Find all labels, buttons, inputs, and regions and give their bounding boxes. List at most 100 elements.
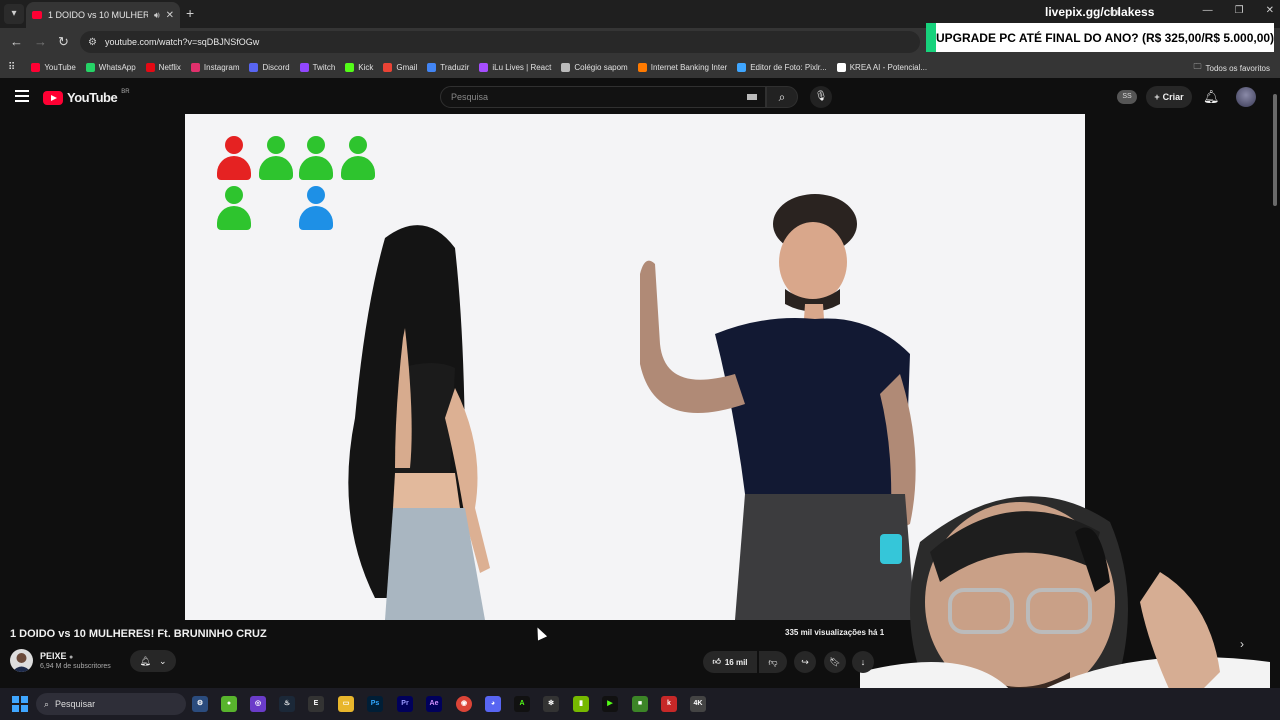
- bookmark-item[interactable]: Editor de Foto: Pixlr...: [737, 62, 827, 72]
- address-bar[interactable]: ⚙︎ youtube.com/watch?v=sqDBJNSfOGw: [80, 31, 920, 53]
- android-app-icon[interactable]: ●: [221, 696, 237, 712]
- channel-subscribers: 6,94 M de subscritores: [40, 663, 111, 670]
- video-woman-figure: [348, 225, 490, 620]
- discord-icon[interactable]: ◕: [485, 696, 501, 712]
- bookmark-favicon-icon: [145, 62, 155, 72]
- search-icon: ⌕: [44, 698, 50, 709]
- subscription-notifications-button[interactable]: 🔔︎ ⌄: [130, 650, 176, 672]
- account-avatar[interactable]: [1236, 87, 1256, 107]
- all-bookmarks-button[interactable]: 🗀︎ Todos os favoritos: [1194, 61, 1270, 75]
- ss-badge[interactable]: SS: [1117, 90, 1137, 104]
- browser-tab-active[interactable]: 1 DOIDO vs 10 MULHERES! 🔊︎ ✕: [26, 2, 180, 28]
- youtube-logo[interactable]: YouTube BR: [43, 88, 130, 105]
- minimize-icon[interactable]: —: [1203, 5, 1213, 16]
- overlay-username-text: ini: [1110, 7, 1120, 17]
- bookmark-favicon-icon: [427, 62, 437, 72]
- plus-icon: +: [1154, 92, 1160, 102]
- app-red-icon[interactable]: k: [661, 696, 677, 712]
- create-label: Criar: [1162, 92, 1184, 102]
- search-icon[interactable]: ⌕: [766, 86, 798, 108]
- steam-icon[interactable]: ♨: [279, 696, 295, 712]
- bookmark-favicon-icon: [345, 62, 355, 72]
- dislike-button[interactable]: 👎︎: [759, 651, 787, 673]
- search-placeholder: Pesquisa: [451, 92, 489, 102]
- scrollbar-thumb[interactable]: [1273, 94, 1277, 206]
- bookmark-label: KREA AI - Potencial...: [849, 62, 928, 72]
- restore-icon[interactable]: ❐: [1235, 5, 1244, 16]
- bell-icon: 🔔︎: [139, 655, 151, 666]
- bookmark-label: Colégio sapom: [574, 62, 628, 72]
- bookmark-item[interactable]: Kick: [345, 62, 374, 72]
- notifications-bell-icon[interactable]: 🔔︎: [1203, 89, 1220, 105]
- bookmark-label: Editor de Foto: Pixlr...: [750, 62, 827, 72]
- channel-name-text: PEIXE: [40, 651, 67, 661]
- bookmark-favicon-icon: [637, 62, 647, 72]
- video-views: 335 mil visualizações há 1: [785, 628, 885, 637]
- bookmark-item[interactable]: Gmail: [383, 62, 417, 72]
- close-tab-icon[interactable]: ✕: [166, 10, 174, 21]
- hamburger-menu-icon[interactable]: [15, 90, 29, 102]
- chrome-icon[interactable]: ◉: [456, 696, 472, 712]
- bookmark-item[interactable]: YouTube: [31, 62, 76, 72]
- save-icon[interactable]: 🔖︎: [824, 651, 846, 673]
- nvidia-icon[interactable]: ▮: [573, 696, 589, 712]
- back-icon[interactable]: ←: [10, 34, 23, 49]
- page-scrollbar[interactable]: [1270, 80, 1280, 688]
- bookmark-item[interactable]: Netflix: [145, 62, 181, 72]
- reload-icon[interactable]: ↻: [58, 34, 69, 50]
- file-explorer-icon[interactable]: ▭: [338, 696, 354, 712]
- bookmark-item[interactable]: Traduzir: [427, 62, 469, 72]
- epic-games-icon[interactable]: E: [308, 696, 324, 712]
- channel-avatar[interactable]: [10, 649, 33, 672]
- download-icon[interactable]: ↓: [852, 651, 874, 673]
- tab-list-button[interactable]: ▾: [4, 4, 24, 24]
- bookmark-favicon-icon: [836, 62, 846, 72]
- taskbar-search-input[interactable]: ⌕ Pesquisar: [36, 693, 186, 715]
- bookmark-item[interactable]: Instagram: [190, 62, 240, 72]
- settings-app-icon[interactable]: ⚙: [192, 696, 208, 712]
- play-app-icon[interactable]: ▶: [602, 696, 618, 712]
- bookmark-favicon-icon: [561, 62, 571, 72]
- forward-icon[interactable]: →: [34, 34, 47, 49]
- like-button[interactable]: 👍︎ 16 mil: [703, 651, 757, 673]
- chevron-right-icon[interactable]: ›: [1240, 637, 1244, 651]
- bookmark-label: Instagram: [203, 62, 240, 72]
- speaker-icon[interactable]: 🔊︎: [154, 10, 160, 21]
- windows-start-icon[interactable]: [12, 696, 28, 712]
- bookmark-item[interactable]: WhatsApp: [85, 62, 136, 72]
- keyboard-icon[interactable]: [747, 94, 757, 100]
- bookmark-item[interactable]: Internet Banking Inter: [637, 62, 727, 72]
- bookmark-favicon-icon: [85, 62, 95, 72]
- bookmark-item[interactable]: iLu Lives | React: [479, 62, 551, 72]
- create-button[interactable]: + Criar: [1146, 86, 1192, 108]
- bookmark-item[interactable]: KREA AI - Potencial...: [836, 62, 928, 72]
- minecraft-icon[interactable]: ■: [632, 696, 648, 712]
- apps-grid-icon[interactable]: ⠿: [8, 62, 15, 73]
- app-a-icon[interactable]: A: [514, 696, 530, 712]
- photoshop-icon[interactable]: Ps: [367, 696, 383, 712]
- close-window-icon[interactable]: ✕: [1266, 5, 1274, 16]
- share-icon[interactable]: ↪: [794, 651, 816, 673]
- bookmark-label: Discord: [262, 62, 290, 72]
- microphone-icon[interactable]: 🎙︎: [810, 86, 832, 108]
- bookmark-item[interactable]: Discord: [249, 62, 290, 72]
- country-code: BR: [121, 88, 130, 95]
- bookmark-label: Kick: [358, 62, 374, 72]
- app-gear-icon[interactable]: ✻: [543, 696, 559, 712]
- channel-name[interactable]: PEIXE ●: [40, 651, 73, 661]
- bookmark-label: YouTube: [44, 62, 76, 72]
- site-info-icon[interactable]: ⚙︎: [88, 37, 97, 48]
- new-tab-button[interactable]: +: [186, 5, 194, 21]
- video-title: 1 DOIDO vs 10 MULHERES! Ft. BRUNINHO CRU…: [10, 628, 267, 640]
- after-effects-icon[interactable]: Ae: [426, 696, 442, 712]
- 4k-app-icon[interactable]: 4K: [690, 696, 706, 712]
- bookmark-item[interactable]: Colégio sapom: [561, 62, 628, 72]
- app-circle-icon[interactable]: ◎: [250, 696, 266, 712]
- bookmark-item[interactable]: Twitch: [299, 62, 335, 72]
- premiere-icon[interactable]: Pr: [397, 696, 413, 712]
- donation-goal-banner: UPGRADE PC ATÉ FINAL DO ANO? (R$ 325,00/…: [926, 23, 1274, 52]
- bookmark-favicon-icon: [383, 62, 393, 72]
- search-input[interactable]: Pesquisa: [440, 86, 766, 108]
- youtube-play-icon: [43, 90, 63, 105]
- bookmark-label: WhatsApp: [98, 62, 136, 72]
